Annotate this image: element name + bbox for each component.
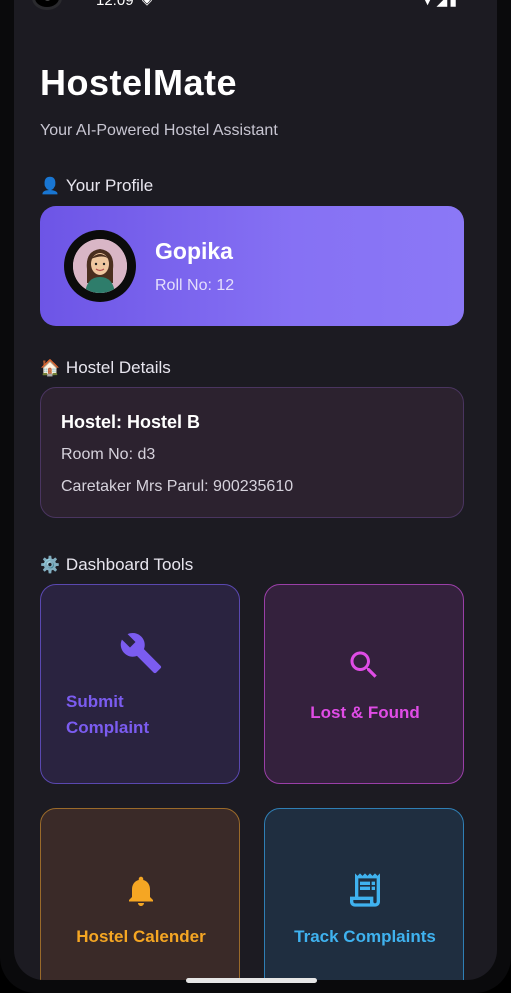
hostel-calender-button[interactable]: Hostel Calender: [40, 808, 240, 980]
battery-icon: ▮: [449, 0, 459, 8]
hostel-calender-label: Hostel Calender: [76, 927, 206, 946]
app-screen: 12:09 ◈ ▼◢▮ HostelMate Your AI-Powered H…: [14, 0, 497, 980]
tools-section-label: Dashboard Tools: [65, 555, 194, 574]
house-icon: 🏠: [40, 360, 60, 377]
profile-card[interactable]: Gopika Roll No: 12: [40, 206, 464, 326]
app-subtitle: Your AI-Powered Hostel Assistant: [40, 122, 278, 139]
track-complaints-button[interactable]: Track Complaints: [264, 808, 464, 980]
hostel-details-card: Hostel: Hostel B Room No: d3 Caretaker M…: [40, 387, 464, 518]
avatar: [64, 230, 136, 302]
status-time: 12:09: [96, 0, 134, 9]
lost-and-found-button[interactable]: Lost & Found: [264, 584, 464, 784]
system-icons: ▼◢▮: [421, 0, 459, 9]
status-bar: 12:09 ◈ ▼◢▮: [14, 0, 497, 14]
hostel-section-header: 🏠 Hostel Details: [40, 358, 171, 378]
hostel-name: Hostel: Hostel B: [61, 412, 201, 432]
search-icon: [346, 647, 382, 688]
home-gesture-bar[interactable]: [186, 978, 317, 983]
profile-section-label: Your Profile: [65, 176, 154, 195]
avatar-image: [73, 239, 127, 293]
submit-complaint-label: Submit Complaint: [66, 692, 150, 737]
track-complaints-label: Track Complaints: [294, 927, 436, 946]
room-number: Room No: d3: [61, 446, 156, 463]
camera-cutout: [32, 0, 62, 10]
profile-roll-number: Roll No: 12: [155, 277, 235, 294]
hostel-section-label: Hostel Details: [65, 358, 171, 377]
receipt-icon: [345, 869, 385, 916]
tools-section-header: ⚙️ Dashboard Tools: [40, 555, 193, 575]
submit-complaint-button[interactable]: Submit Complaint: [40, 584, 240, 784]
phone-frame: 12:09 ◈ ▼◢▮ HostelMate Your AI-Powered H…: [0, 0, 511, 993]
notification-icon: ◈: [142, 0, 152, 8]
profile-section-header: 👤 Your Profile: [40, 176, 153, 196]
wifi-icon: ▼: [420, 0, 437, 8]
app-title: HostelMate: [40, 62, 238, 103]
gear-icon: ⚙️: [40, 557, 60, 574]
wrench-icon: [119, 631, 163, 680]
lost-and-found-label: Lost & Found: [310, 703, 420, 722]
signal-icon: ◢: [436, 0, 450, 8]
profile-name: Gopika: [155, 238, 233, 264]
bell-icon: [123, 871, 159, 916]
person-icon: 👤: [40, 178, 60, 195]
caretaker-contact: Caretaker Mrs Parul: 900235610: [61, 478, 294, 495]
